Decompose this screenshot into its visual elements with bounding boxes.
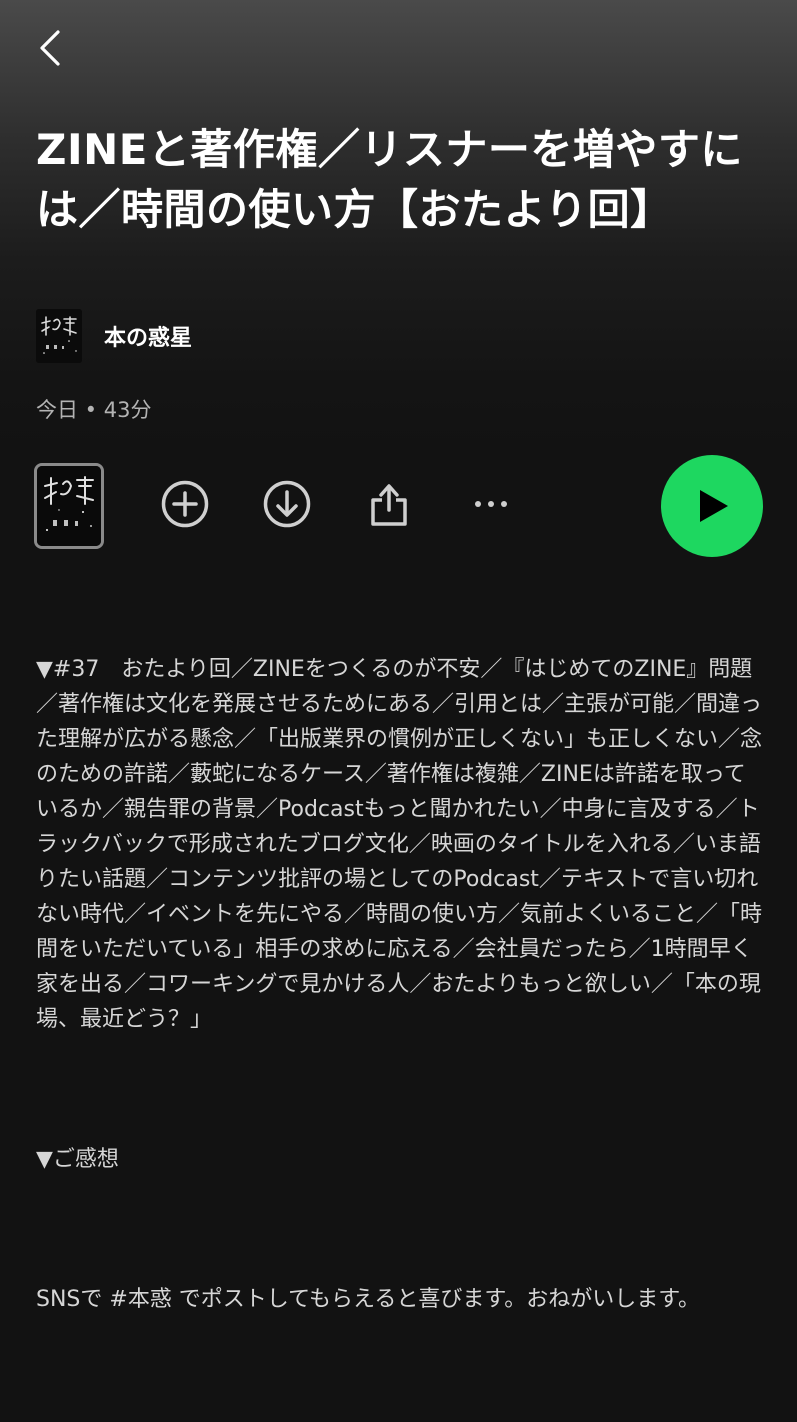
play-button[interactable] — [661, 455, 763, 557]
download-button[interactable] — [262, 479, 312, 529]
more-horizontal-icon — [475, 501, 507, 507]
show-name: 本の惑星 — [104, 326, 193, 351]
more-options-button[interactable] — [466, 479, 516, 529]
description-cta: SNSで #本惑 でポストしてもらえると喜びます。おねがいします。 — [36, 1287, 700, 1312]
episode-title: ZINEと著作権／リスナーを増やすには／時間の使い方【おたより回】 — [36, 125, 743, 234]
episode-description: ▼#37 おたより回／ZINEをつくるのが不安／『はじめてのZINE』問題／著作… — [36, 582, 764, 1422]
add-button[interactable] — [160, 479, 210, 529]
download-circle-icon — [263, 480, 311, 528]
episode-artwork[interactable] — [34, 463, 104, 549]
description-section-heading: ▼ご感想 — [36, 1147, 119, 1172]
episode-page: ZINEと著作権／リスナーを増やすには／時間の使い方【おたより回】 本の惑星 今… — [0, 0, 797, 1312]
plus-circle-icon — [161, 480, 209, 528]
show-artwork — [36, 309, 82, 363]
action-row — [0, 455, 797, 557]
share-icon — [371, 484, 407, 526]
chevron-left-icon — [40, 30, 60, 66]
play-icon — [700, 490, 728, 522]
back-button[interactable] — [28, 24, 72, 72]
description-main: ▼#37 おたより回／ZINEをつくるのが不安／『はじめてのZINE』問題／著作… — [36, 657, 763, 1032]
show-link[interactable]: 本の惑星 — [36, 308, 192, 364]
episode-meta: 今日 • 43分 — [36, 398, 152, 422]
share-button[interactable] — [364, 479, 414, 529]
